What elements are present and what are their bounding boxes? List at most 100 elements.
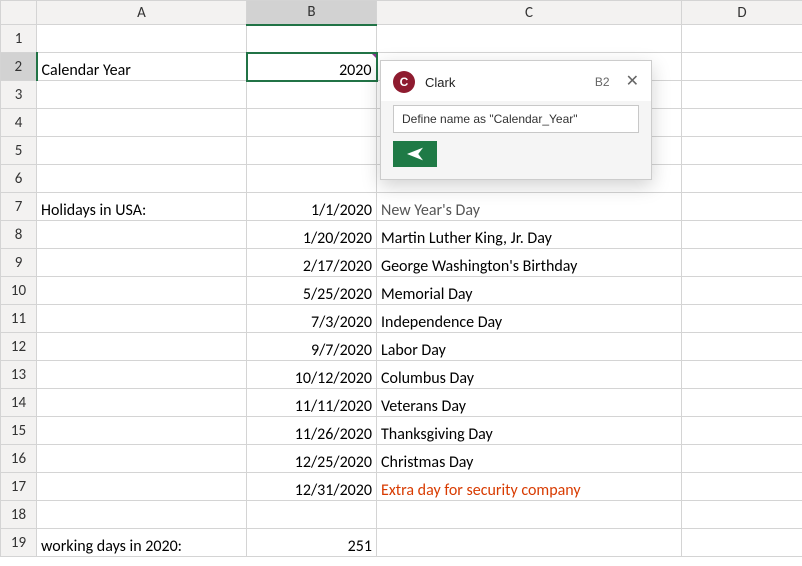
cell-A16[interactable] [37, 445, 247, 473]
cell-C14[interactable]: Veterans Day [377, 389, 682, 417]
cell-D11[interactable] [682, 305, 802, 333]
select-all-corner[interactable] [1, 1, 37, 25]
cell-C13[interactable]: Columbus Day [377, 361, 682, 389]
cell-D1[interactable] [682, 25, 802, 53]
cell-B18[interactable] [247, 501, 377, 529]
cell-A11[interactable] [37, 305, 247, 333]
cell-A2[interactable]: Calendar Year [37, 53, 247, 81]
cell-D5[interactable] [682, 137, 802, 165]
cell-D17[interactable] [682, 473, 802, 501]
cell-B17[interactable]: 12/31/2020 [247, 473, 377, 501]
cell-C19[interactable] [377, 529, 682, 557]
row-header-1[interactable]: 1 [1, 25, 37, 53]
row-header-7[interactable]: 7 [1, 193, 37, 221]
cell-A7[interactable]: Holidays in USA: [37, 193, 247, 221]
cell-A12[interactable] [37, 333, 247, 361]
cell-D6[interactable] [682, 165, 802, 193]
cell-C10[interactable]: Memorial Day [377, 277, 682, 305]
row-header-10[interactable]: 10 [1, 277, 37, 305]
row-header-14[interactable]: 14 [1, 389, 37, 417]
cell-A8[interactable] [37, 221, 247, 249]
cell-A10[interactable] [37, 277, 247, 305]
cell-A4[interactable] [37, 109, 247, 137]
cell-A17[interactable] [37, 473, 247, 501]
cell-D10[interactable] [682, 277, 802, 305]
cell-B15[interactable]: 11/26/2020 [247, 417, 377, 445]
avatar: C [393, 71, 415, 93]
cell-B14[interactable]: 11/11/2020 [247, 389, 377, 417]
cell-C18[interactable] [377, 501, 682, 529]
cell-B5[interactable] [247, 137, 377, 165]
cell-A15[interactable] [37, 417, 247, 445]
cell-A18[interactable] [37, 501, 247, 529]
cell-D18[interactable] [682, 501, 802, 529]
row-header-3[interactable]: 3 [1, 81, 37, 109]
cell-D15[interactable] [682, 417, 802, 445]
cell-C1[interactable] [377, 25, 682, 53]
cell-B13[interactable]: 10/12/2020 [247, 361, 377, 389]
cell-D9[interactable] [682, 249, 802, 277]
cell-C7[interactable]: New Year's Day [377, 193, 682, 221]
col-header-B[interactable]: B [247, 1, 377, 25]
cell-B1[interactable] [247, 25, 377, 53]
cell-D19[interactable] [682, 529, 802, 557]
row-header-5[interactable]: 5 [1, 137, 37, 165]
send-button[interactable] [393, 141, 437, 167]
cell-D13[interactable] [682, 361, 802, 389]
cell-C8[interactable]: Martin Luther King, Jr. Day [377, 221, 682, 249]
cell-D7[interactable] [682, 193, 802, 221]
cell-D2[interactable] [682, 53, 802, 81]
cell-D4[interactable] [682, 109, 802, 137]
row-header-11[interactable]: 11 [1, 305, 37, 333]
cell-C11[interactable]: Independence Day [377, 305, 682, 333]
cell-A1[interactable] [37, 25, 247, 53]
cell-D3[interactable] [682, 81, 802, 109]
cell-B3[interactable] [247, 81, 377, 109]
close-icon[interactable]: ✕ [626, 74, 639, 90]
cell-D8[interactable] [682, 221, 802, 249]
col-header-C[interactable]: C [377, 1, 682, 25]
row-header-19[interactable]: 19 [1, 529, 37, 557]
col-header-A[interactable]: A [37, 1, 247, 25]
row-header-12[interactable]: 12 [1, 333, 37, 361]
cell-D14[interactable] [682, 389, 802, 417]
cell-A6[interactable] [37, 165, 247, 193]
cell-A19[interactable]: working days in 2020: [37, 529, 247, 557]
row-header-8[interactable]: 8 [1, 221, 37, 249]
row-header-6[interactable]: 6 [1, 165, 37, 193]
row-header-17[interactable]: 17 [1, 473, 37, 501]
cell-B4[interactable] [247, 109, 377, 137]
cell-C15[interactable]: Thanksgiving Day [377, 417, 682, 445]
cell-A3[interactable] [37, 81, 247, 109]
cell-B2[interactable]: 2020 [247, 53, 377, 81]
cell-B6[interactable] [247, 165, 377, 193]
cell-B16[interactable]: 12/25/2020 [247, 445, 377, 473]
row-header-13[interactable]: 13 [1, 361, 37, 389]
cell-B8[interactable]: 1/20/2020 [247, 221, 377, 249]
row-header-9[interactable]: 9 [1, 249, 37, 277]
cell-D16[interactable] [682, 445, 802, 473]
comment-cellref: B2 [595, 75, 610, 89]
cell-C12[interactable]: Labor Day [377, 333, 682, 361]
cell-A5[interactable] [37, 137, 247, 165]
row-header-16[interactable]: 16 [1, 445, 37, 473]
cell-B12[interactable]: 9/7/2020 [247, 333, 377, 361]
row-header-18[interactable]: 18 [1, 501, 37, 529]
cell-A9[interactable] [37, 249, 247, 277]
comment-input[interactable] [393, 105, 639, 133]
cell-A13[interactable] [37, 361, 247, 389]
cell-B10[interactable]: 5/25/2020 [247, 277, 377, 305]
cell-C9[interactable]: George Washington's Birthday [377, 249, 682, 277]
cell-B9[interactable]: 2/17/2020 [247, 249, 377, 277]
col-header-D[interactable]: D [682, 1, 802, 25]
row-header-15[interactable]: 15 [1, 417, 37, 445]
row-header-2[interactable]: 2 [1, 53, 37, 81]
cell-D12[interactable] [682, 333, 802, 361]
cell-B11[interactable]: 7/3/2020 [247, 305, 377, 333]
cell-C17[interactable]: Extra day for security company [377, 473, 682, 501]
cell-C16[interactable]: Christmas Day [377, 445, 682, 473]
cell-B7[interactable]: 1/1/2020 [247, 193, 377, 221]
cell-A14[interactable] [37, 389, 247, 417]
cell-B19[interactable]: 251 [247, 529, 377, 557]
row-header-4[interactable]: 4 [1, 109, 37, 137]
